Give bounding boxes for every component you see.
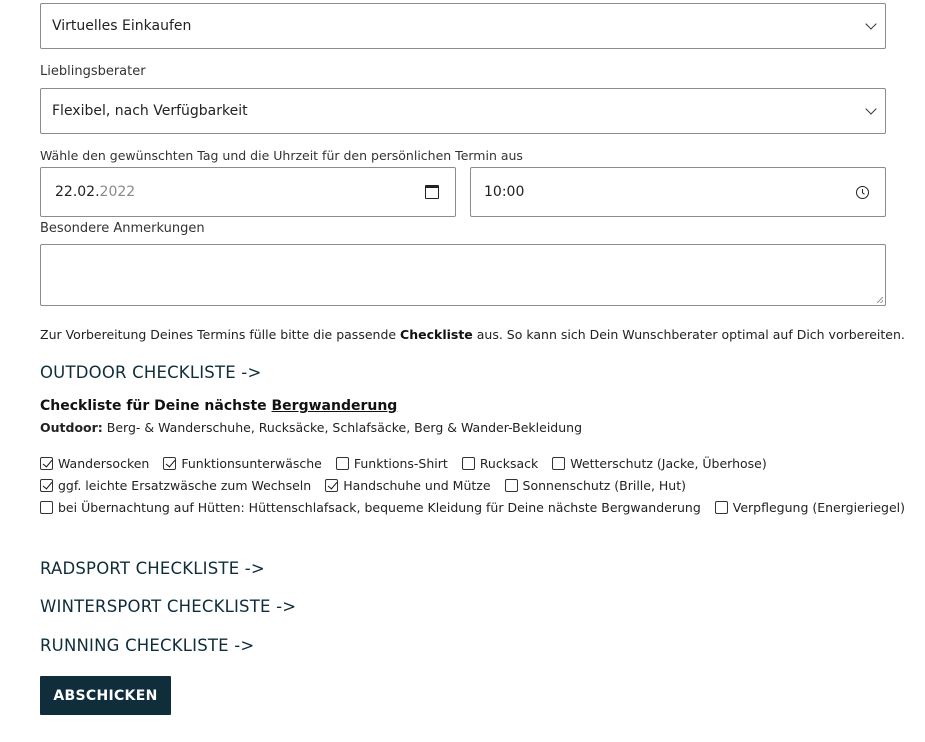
calendar-icon[interactable] [425,185,439,199]
resize-handle-icon[interactable] [877,297,883,303]
date-year: 2022 [99,184,136,200]
checkbox-huettenschlafsack[interactable]: bei Übernachtung auf Hütten: Hüttenschla… [40,500,701,515]
checkbox-checked-icon[interactable] [325,479,339,492]
checkbox-checked-icon[interactable] [40,479,53,492]
checkbox-handschuhe-muetze[interactable]: Handschuhe und Mütze [325,478,491,493]
checkbox-wetterschutz[interactable]: Wetterschutz (Jacke, Überhose) [552,456,767,471]
advisor-select[interactable]: Flexibel, nach Verfügbarkeit [40,88,886,134]
checkbox-label: Verpflegung (Energieriegel) [732,500,906,515]
checkbox-label: Wetterschutz (Jacke, Überhose) [570,456,767,471]
checkbox-wandersocken[interactable]: Wandersocken [40,456,149,471]
checkbox-funktionsunterwaesche[interactable]: Funktionsunterwäsche [163,456,322,471]
checkbox-label: Wandersocken [58,456,150,471]
outdoor-title-prefix: Checkliste für Deine nächste [40,398,272,414]
checkbox-sonnenschutz[interactable]: Sonnenschutz (Brille, Hut) [504,478,686,493]
chevron-down-icon [865,18,877,30]
checklist-row-2: ggf. leichte Ersatzwäsche zum Wechseln H… [40,478,700,493]
chevron-down-icon [865,103,877,115]
outdoor-sub-text: Berg- & Wanderschuhe, Rucksäcke, Schlafs… [102,420,583,435]
notes-textarea[interactable] [40,244,886,306]
running-checklist-toggle[interactable]: RUNNING CHECKLISTE -> [40,636,254,655]
advisor-label: Lieblingsberater [40,64,146,79]
checkbox-checked-icon[interactable] [40,457,53,470]
checkbox-rucksack[interactable]: Rucksack [461,456,539,471]
checkbox-ersatzwaesche[interactable]: ggf. leichte Ersatzwäsche zum Wechseln [40,478,311,493]
checkbox-label: Funktionsunterwäsche [181,456,322,471]
appointment-type-value: Virtuelles Einkaufen [52,18,192,34]
info-text-bold: Checkliste [400,327,473,342]
checkbox-unchecked-icon[interactable] [714,501,728,514]
datetime-label: Wähle den gewünschten Tag und die Uhrzei… [40,148,523,163]
wintersport-checklist-toggle[interactable]: WINTERSPORT CHECKLISTE -> [40,597,296,616]
appointment-type-select[interactable]: Virtuelles Einkaufen [40,3,886,49]
checkbox-label: ggf. leichte Ersatzwäsche zum Wechseln [58,478,312,493]
advisor-value: Flexibel, nach Verfügbarkeit [52,103,248,119]
checkbox-label: Funktions-Shirt [353,456,448,471]
info-text-before: Zur Vorbereitung Deines Termins fülle bi… [40,327,401,342]
radsport-checklist-toggle[interactable]: RADSPORT CHECKLISTE -> [40,559,265,578]
submit-button[interactable]: ABSCHICKEN [40,676,171,715]
time-value: 10:00 [484,184,525,200]
checkbox-label: Handschuhe und Mütze [343,478,491,493]
outdoor-checklist-toggle[interactable]: OUTDOOR CHECKLISTE -> [40,363,262,382]
checkbox-unchecked-icon[interactable] [461,457,475,470]
info-text-after: aus. So kann sich Dein Wunschberater opt… [472,327,905,342]
checkbox-unchecked-icon[interactable] [552,457,566,470]
checkbox-unchecked-icon[interactable] [335,457,349,470]
date-input[interactable]: 22.02. 2022 [40,167,456,217]
checklist-row-3: bei Übernachtung auf Hütten: Hüttenschla… [40,500,919,515]
checkbox-verpflegung[interactable]: Verpflegung (Energieriegel) [714,500,906,515]
clock-icon[interactable] [856,186,869,199]
outdoor-checklist-subtitle: Outdoor: Berg- & Wanderschuhe, Rucksäcke… [40,420,582,435]
outdoor-checklist-title: Checkliste für Deine nächste Bergwanderu… [40,398,397,414]
outdoor-sub-label: Outdoor: [40,420,103,435]
bergwanderung-link[interactable]: Bergwanderung [272,398,398,414]
checklist-row-1: Wandersocken Funktionsunterwäsche Funkti… [40,456,781,471]
time-input[interactable]: 10:00 [470,167,886,217]
date-daymonth: 22.02. [55,184,100,200]
checkbox-label: bei Übernachtung auf Hütten: Hüttenschla… [58,500,701,515]
checkbox-unchecked-icon[interactable] [40,501,53,514]
checkbox-checked-icon[interactable] [163,457,177,470]
checklist-info-text: Zur Vorbereitung Deines Termins fülle bi… [40,327,905,342]
checkbox-funktions-shirt[interactable]: Funktions-Shirt [335,456,448,471]
notes-label: Besondere Anmerkungen [40,221,205,236]
checkbox-label: Sonnenschutz (Brille, Hut) [522,478,686,493]
checkbox-unchecked-icon[interactable] [504,479,518,492]
checkbox-label: Rucksack [479,456,539,471]
